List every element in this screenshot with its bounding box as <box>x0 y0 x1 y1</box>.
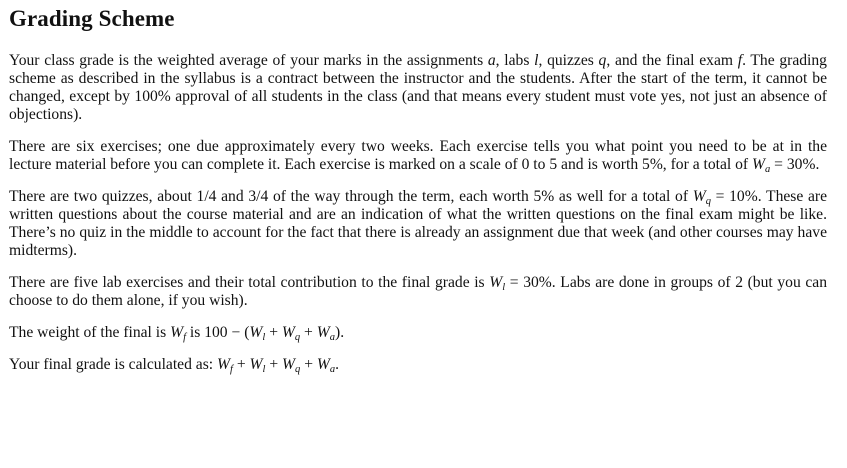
math-variable: Wf <box>217 356 233 375</box>
math-variable: Wl <box>489 274 505 293</box>
document: Grading Scheme Your class grade is the w… <box>0 0 839 375</box>
text-run: , quizzes <box>538 52 599 69</box>
text-run: is 100 − ( <box>186 324 250 341</box>
math-variable: Wa <box>316 356 335 375</box>
math-symbol: W <box>692 188 706 205</box>
math-expression: = 10% <box>710 188 758 205</box>
math-variable: Wl <box>249 356 266 375</box>
math-expression: + <box>232 356 250 373</box>
math-expression: + <box>300 356 317 373</box>
paragraph: There are two quizzes, about 1/4 and 3/4… <box>9 188 827 260</box>
math-symbol: W <box>249 356 263 373</box>
page-title: Grading Scheme <box>9 6 175 31</box>
math-variable: Wf <box>170 324 186 343</box>
math-symbol: W <box>170 324 184 341</box>
math-expression: + <box>265 324 282 341</box>
text-run: Your class grade is the weighted average… <box>9 52 488 69</box>
math-variable: Wl <box>249 324 265 343</box>
paragraph: There are five lab exercises and their t… <box>9 274 827 310</box>
math-variable: Wa <box>316 324 335 343</box>
text-run: There are two quizzes, about 1/4 and 3/4… <box>9 188 693 205</box>
paragraph: Your final grade is calculated as: Wf + … <box>9 356 827 375</box>
paragraph: Your class grade is the weighted average… <box>9 52 827 124</box>
text-run: ). <box>335 324 345 341</box>
math-symbol: W <box>316 324 330 341</box>
math-variable: Wq <box>692 188 711 207</box>
text-run: There are five lab exercises and their t… <box>9 274 490 291</box>
math-variable: a <box>488 52 496 69</box>
text-run: , labs <box>495 52 535 69</box>
paragraph: There are six exercises; one due approxi… <box>9 138 827 175</box>
text-run: There are six exercises; one due approxi… <box>9 138 827 173</box>
math-expression: + <box>265 356 283 373</box>
math-symbol: W <box>249 324 263 341</box>
text-run: . <box>815 156 820 173</box>
text-run: The weight of the final is <box>9 324 171 341</box>
math-expression: + <box>300 324 317 341</box>
math-symbol: W <box>281 324 295 341</box>
math-symbol: W <box>489 274 503 291</box>
math-symbol: W <box>217 356 231 373</box>
math-symbol: W <box>282 356 296 373</box>
math-expression: = 30% <box>505 274 552 291</box>
math-symbol: W <box>752 156 766 173</box>
text-run: , and the final exam <box>606 52 738 69</box>
math-variable: Wq <box>282 356 300 375</box>
math-symbol: a <box>487 52 496 69</box>
text-run: . <box>335 356 340 373</box>
math-variable: Wq <box>281 324 300 343</box>
math-symbol: W <box>316 356 330 373</box>
document-body: Your class grade is the weighted average… <box>9 52 827 375</box>
math-variable: Wa <box>752 156 770 175</box>
math-expression: = 30% <box>770 156 816 173</box>
text-run: Your final grade is calculated as: <box>9 356 218 373</box>
paragraph: The weight of the final is Wf is 100 − (… <box>9 324 827 343</box>
